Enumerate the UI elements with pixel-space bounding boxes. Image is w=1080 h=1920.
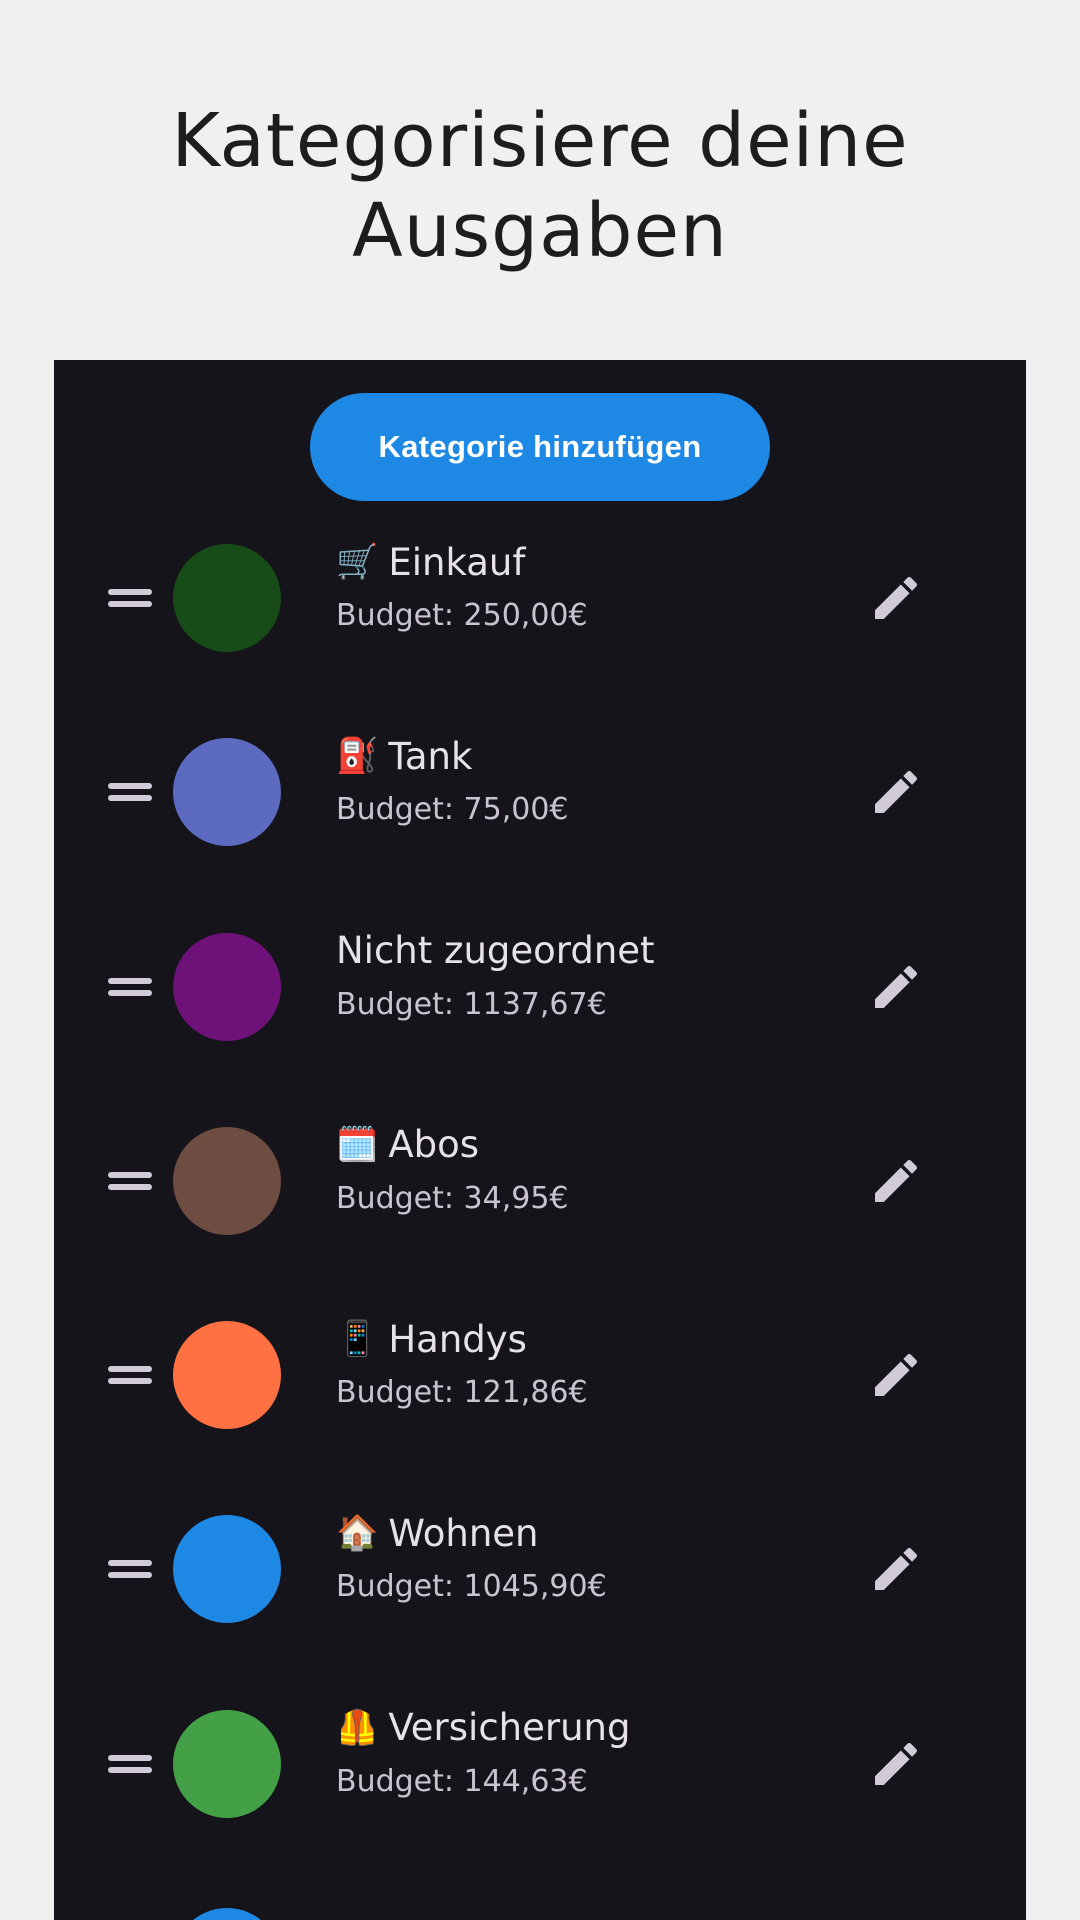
category-row[interactable]: 📱 Handys Budget: 121,86€ [54, 1301, 1026, 1495]
category-row[interactable]: 🛒 Einkauf Budget: 250,00€ [54, 524, 1026, 718]
category-name: 🛒 Einkauf [336, 534, 856, 590]
category-name: 🏠 Wohnen [336, 1505, 856, 1561]
edit-icon[interactable] [868, 1153, 924, 1209]
category-budget: Budget: 1137,67€ [336, 986, 607, 1022]
drag-handle-icon[interactable] [108, 1751, 152, 1777]
phone-icon: 📱 [336, 1319, 379, 1360]
edit-icon[interactable] [868, 1347, 924, 1403]
edit-icon[interactable] [868, 1736, 924, 1792]
add-category-button[interactable]: Kategorie hinzufügen [310, 393, 770, 501]
category-row[interactable]: ⛽ Tank Budget: 75,00€ [54, 718, 1026, 912]
category-name-text: Versicherung [388, 1706, 631, 1750]
category-texts: 📱 Handys Budget: 121,86€ [336, 1311, 856, 1411]
pencil-icon [875, 771, 918, 814]
category-texts: ⛽ Tank Budget: 75,00€ [336, 728, 856, 828]
pencil-icon [875, 1354, 918, 1397]
category-name-text: Wohnen [388, 1511, 539, 1555]
calendar-icon: 🗓️ [336, 1124, 379, 1165]
category-texts: 🛒 Einkauf Budget: 250,00€ [336, 534, 856, 634]
page-title: Kategorisiere deine Ausgaben [171, 98, 909, 274]
category-row[interactable]: 🦺 Versicherung Budget: 144,63€ [54, 1690, 1026, 1884]
drag-handle-icon[interactable] [108, 1168, 152, 1194]
category-budget: Budget: 121,86€ [336, 1375, 588, 1411]
edit-icon[interactable] [868, 1541, 924, 1597]
drag-handle-icon[interactable] [108, 779, 152, 805]
category-name-text: Abos [388, 1123, 480, 1167]
category-name-text: Tank [388, 734, 473, 778]
category-color-swatch [173, 544, 281, 652]
pencil-icon [875, 965, 918, 1008]
category-name-text: Nicht zugeordnet [336, 929, 655, 973]
drag-handle-icon[interactable] [108, 974, 152, 1000]
app-screen: Kategorie hinzufügen 🛒 Einkauf Budget: 2… [54, 360, 1026, 1920]
category-list: 🛒 Einkauf Budget: 250,00€ ⛽ Tank Budget:… [54, 524, 1026, 1884]
category-texts: 🦺 Versicherung Budget: 144,63€ [336, 1700, 856, 1799]
category-color-swatch [173, 932, 281, 1041]
category-color-swatch [173, 1321, 281, 1430]
pencil-icon [875, 1548, 918, 1591]
category-budget: Budget: 250,00€ [336, 598, 588, 633]
category-name: 🦺 Versicherung [336, 1700, 856, 1756]
category-row[interactable]: 🗓️ Abos Budget: 34,95€ [54, 1107, 1026, 1301]
category-texts: 🏠 Wohnen Budget: 1045,90€ [336, 1505, 856, 1605]
category-texts: Nicht zugeordnet Budget: 1137,67€ [336, 923, 856, 1022]
safety-vest-icon: 🦺 [336, 1707, 379, 1748]
pencil-icon [875, 576, 918, 619]
edit-icon[interactable] [868, 570, 924, 626]
category-texts: 🗓️ Abos Budget: 34,95€ [336, 1117, 856, 1216]
category-budget: Budget: 144,63€ [336, 1763, 588, 1799]
drag-handle-icon[interactable] [108, 1556, 152, 1582]
category-name: 🗓️ Abos [336, 1117, 856, 1173]
category-row[interactable]: 🏠 Wohnen Budget: 1045,90€ [54, 1495, 1026, 1689]
pencil-icon [875, 1742, 918, 1785]
edit-icon[interactable] [868, 764, 924, 820]
house-icon: 🏠 [336, 1513, 379, 1554]
category-name-text: Einkauf [388, 540, 526, 584]
category-color-swatch [173, 1515, 281, 1624]
category-color-swatch [173, 1709, 281, 1818]
category-budget: Budget: 75,00€ [336, 792, 569, 828]
drag-handle-icon[interactable] [108, 585, 152, 611]
pencil-icon [875, 1159, 918, 1202]
edit-icon[interactable] [868, 959, 924, 1015]
category-color-swatch [173, 1126, 281, 1235]
category-name-text: Handys [388, 1317, 527, 1361]
category-name: ⛽ Tank [336, 728, 856, 784]
drag-handle-icon[interactable] [108, 1362, 152, 1388]
fuel-pump-icon: ⛽ [336, 736, 379, 777]
category-color-swatch [173, 738, 281, 847]
category-budget: Budget: 1045,90€ [336, 1569, 607, 1605]
category-row[interactable]: Nicht zugeordnet Budget: 1137,67€ [54, 913, 1026, 1107]
shopping-cart-icon: 🛒 [336, 542, 379, 582]
category-name: 📱 Handys [336, 1311, 856, 1367]
category-color-swatch-partial [173, 1908, 281, 1920]
category-name: Nicht zugeordnet [336, 923, 856, 979]
category-budget: Budget: 34,95€ [336, 1180, 569, 1216]
